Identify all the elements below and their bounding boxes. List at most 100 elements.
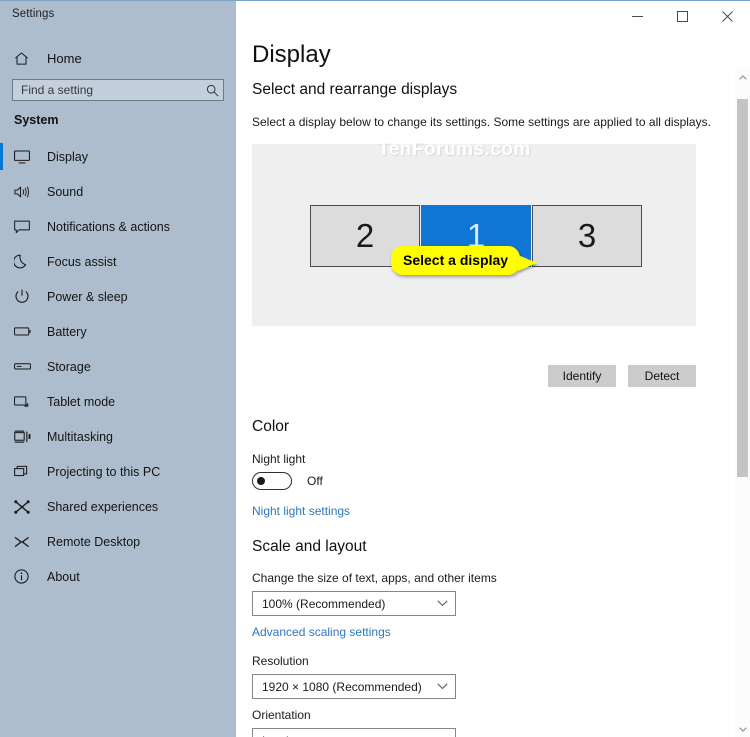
selection-accent-bar — [0, 423, 3, 450]
resolution-value: 1920 × 1080 (Recommended) — [253, 680, 429, 694]
sidebar-group-title: System — [14, 113, 58, 127]
content-scrollbar[interactable] — [735, 69, 750, 737]
advanced-scaling-settings-link[interactable]: Advanced scaling settings — [252, 625, 391, 639]
night-light-settings-link[interactable]: Night light settings — [252, 504, 350, 518]
sidebar-item-home[interactable]: Home — [0, 42, 236, 74]
minimize-icon — [632, 11, 643, 22]
scrollbar-thumb[interactable] — [737, 99, 748, 477]
close-button[interactable] — [705, 1, 750, 31]
sidebar-item-notifications-actions[interactable]: Notifications & actions — [0, 209, 236, 244]
monitor-tile-1[interactable]: 1 — [421, 205, 531, 267]
sidebar-item-shared-experiences[interactable]: Shared experiences — [0, 489, 236, 524]
sidebar-item-label: Remote Desktop — [47, 535, 140, 549]
orientation-value: Landscape — [253, 734, 429, 737]
power-icon — [14, 289, 36, 304]
orientation-label: Orientation — [252, 708, 311, 722]
sidebar-item-focus-assist[interactable]: Focus assist — [0, 244, 236, 279]
monitor-icon — [14, 150, 36, 164]
tablet-icon — [14, 395, 36, 409]
speaker-icon — [14, 185, 36, 199]
identify-button[interactable]: Identify — [548, 365, 616, 387]
home-label: Home — [47, 51, 82, 66]
sidebar-item-label: Battery — [47, 325, 87, 339]
night-light-toggle-row: Off — [252, 472, 323, 490]
main-content: Display Select and rearrange displays Se… — [236, 31, 750, 737]
arrange-heading: Select and rearrange displays — [252, 81, 457, 99]
scale-label: Change the size of text, apps, and other… — [252, 571, 497, 585]
title-bar: Settings — [0, 1, 750, 31]
search-input[interactable] — [13, 79, 201, 101]
remote-desktop-icon — [14, 535, 36, 549]
arrange-description: Select a display below to change its set… — [252, 115, 711, 129]
toggle-knob — [257, 477, 265, 485]
storage-icon — [14, 362, 36, 371]
sidebar-item-label: Notifications & actions — [47, 220, 170, 234]
color-section-heading: Color — [252, 418, 289, 436]
selection-accent-bar — [0, 563, 3, 590]
sidebar-item-tablet-mode[interactable]: Tablet mode — [0, 384, 236, 419]
projecting-icon — [14, 465, 36, 479]
sidebar-item-sound[interactable]: Sound — [0, 174, 236, 209]
search-icon — [201, 84, 223, 97]
search-box[interactable] — [12, 79, 224, 101]
display-arrangement-canvas[interactable]: TenForums.com 2 1 3 — [252, 144, 696, 326]
night-light-toggle[interactable] — [252, 472, 292, 490]
selection-accent-bar — [0, 248, 3, 275]
battery-icon — [14, 326, 36, 337]
window-title: Settings — [12, 8, 54, 20]
selection-accent-bar — [0, 178, 3, 205]
night-light-label: Night light — [252, 452, 305, 466]
settings-window: Settings Home System — [0, 0, 750, 737]
resolution-label: Resolution — [252, 654, 309, 668]
monitor-tile-2[interactable]: 2 — [310, 205, 420, 267]
watermark: TenForums.com — [378, 139, 531, 161]
sidebar-item-storage[interactable]: Storage — [0, 349, 236, 384]
monitor-list: 2 1 3 — [310, 205, 643, 267]
sidebar-item-label: Sound — [47, 185, 83, 199]
home-icon — [14, 51, 36, 66]
scroll-up-button[interactable] — [735, 69, 750, 85]
maximize-button[interactable] — [660, 1, 705, 31]
scale-layout-heading: Scale and layout — [252, 538, 367, 556]
scale-value: 100% (Recommended) — [253, 597, 429, 611]
scroll-down-button[interactable] — [735, 721, 750, 737]
sidebar-item-about[interactable]: About — [0, 559, 236, 594]
multitasking-icon — [14, 430, 36, 444]
sidebar-item-label: About — [47, 570, 80, 584]
sidebar-item-label: Storage — [47, 360, 91, 374]
selection-accent-bar — [0, 528, 3, 555]
close-icon — [722, 11, 733, 22]
night-light-state: Off — [307, 474, 323, 488]
sidebar-item-remote-desktop[interactable]: Remote Desktop — [0, 524, 236, 559]
selection-accent-bar — [0, 493, 3, 520]
window-controls — [615, 1, 750, 31]
selection-accent-bar — [0, 388, 3, 415]
resolution-dropdown[interactable]: 1920 × 1080 (Recommended) — [252, 674, 456, 699]
info-icon — [14, 569, 36, 584]
sidebar-item-label: Multitasking — [47, 430, 113, 444]
notification-icon — [14, 220, 36, 234]
detect-button[interactable]: Detect — [628, 365, 696, 387]
sidebar-item-display[interactable]: Display — [0, 139, 236, 174]
sidebar-item-power-sleep[interactable]: Power & sleep — [0, 279, 236, 314]
monitor-tile-3[interactable]: 3 — [532, 205, 642, 267]
maximize-icon — [677, 11, 688, 22]
sidebar: Home System Display Sound — [0, 31, 236, 737]
sidebar-item-label: Focus assist — [47, 255, 116, 269]
selection-accent-bar — [0, 318, 3, 345]
selection-accent-bar — [0, 458, 3, 485]
selection-accent-bar — [0, 283, 3, 310]
sidebar-item-battery[interactable]: Battery — [0, 314, 236, 349]
selection-accent-bar — [0, 213, 3, 240]
sidebar-item-label: Power & sleep — [47, 290, 128, 304]
moon-icon — [14, 254, 36, 269]
minimize-button[interactable] — [615, 1, 660, 31]
sidebar-item-projecting-to-this-pc[interactable]: Projecting to this PC — [0, 454, 236, 489]
selection-accent-bar — [0, 353, 3, 380]
sidebar-nav: Display Sound Notifications & actions — [0, 139, 236, 594]
scale-dropdown[interactable]: 100% (Recommended) — [252, 591, 456, 616]
sidebar-item-label: Tablet mode — [47, 395, 115, 409]
page-title: Display — [252, 41, 331, 69]
sidebar-item-multitasking[interactable]: Multitasking — [0, 419, 236, 454]
shared-experiences-icon — [14, 500, 36, 514]
